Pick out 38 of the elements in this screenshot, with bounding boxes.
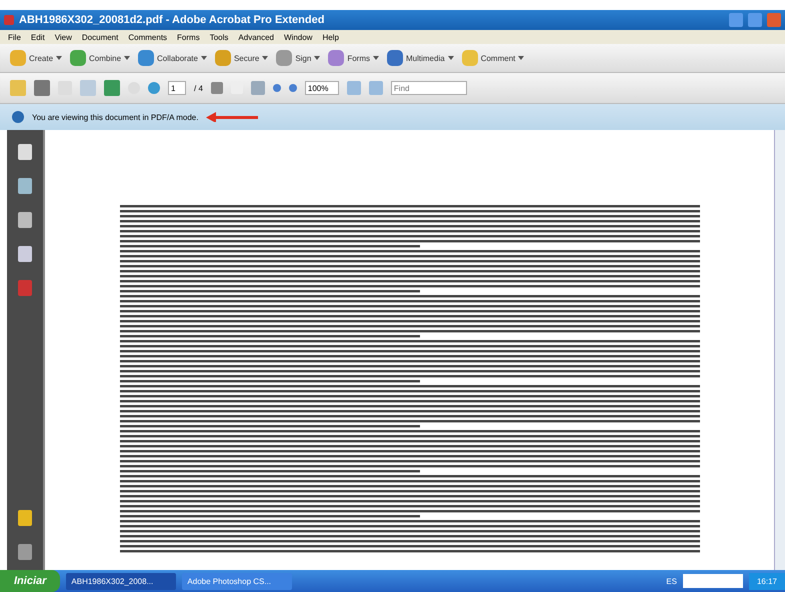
page-count: / 4 [194, 84, 203, 92]
zoom-field[interactable]: 100% [304, 81, 339, 95]
start-button[interactable]: Iniciar [0, 570, 60, 592]
toolbar-button[interactable]: Multimedia [387, 50, 454, 66]
language-indicator[interactable]: ES [666, 576, 677, 586]
tray-clock: 16:17 [748, 572, 785, 590]
caret-icon [314, 56, 320, 60]
menu-item[interactable]: Edit [30, 32, 45, 42]
menu-item[interactable]: Advanced [238, 32, 274, 42]
caret-icon [518, 56, 524, 60]
toolbar-button[interactable]: Secure [214, 50, 268, 66]
toolbar-button[interactable]: Collaborate [138, 50, 207, 66]
taskbar-button[interactable]: Adobe Photoshop CS... [182, 572, 292, 590]
caret-icon [200, 56, 207, 60]
caret-icon [124, 56, 130, 60]
toolbar-button[interactable]: Sign [276, 50, 320, 66]
caret-icon [373, 56, 379, 60]
caret-icon [56, 56, 62, 60]
menu-item[interactable]: Comments [128, 32, 168, 42]
menu-item[interactable]: Tools [210, 32, 228, 42]
find-field[interactable]: Find [390, 81, 467, 95]
menu-item[interactable]: Document [82, 32, 118, 42]
toolbar-button[interactable]: Combine [70, 50, 130, 66]
arrow-icon [206, 112, 258, 122]
toolbar-button[interactable]: Comment [462, 50, 524, 66]
window-title: ABH1986X302_20081d2.pdf - Adobe Acrobat Pro Extended [19, 14, 324, 26]
menu-item[interactable]: Forms [177, 32, 200, 42]
caret-icon [262, 56, 268, 60]
message-text: You are viewing this document in PDF/A mode. [32, 112, 198, 122]
caret-icon [448, 56, 454, 60]
menu-item[interactable]: Help [322, 32, 339, 42]
page-field[interactable]: 1 [168, 81, 186, 95]
menu-item[interactable]: File [8, 32, 21, 42]
menu-item[interactable]: View [54, 32, 72, 42]
menu-item[interactable]: Window [284, 32, 312, 42]
taskbar-button[interactable]: ABH1986X302_2008... [66, 572, 176, 590]
toolbar-button[interactable]: Forms [328, 50, 379, 66]
toolbar-button[interactable]: Create [10, 50, 62, 66]
